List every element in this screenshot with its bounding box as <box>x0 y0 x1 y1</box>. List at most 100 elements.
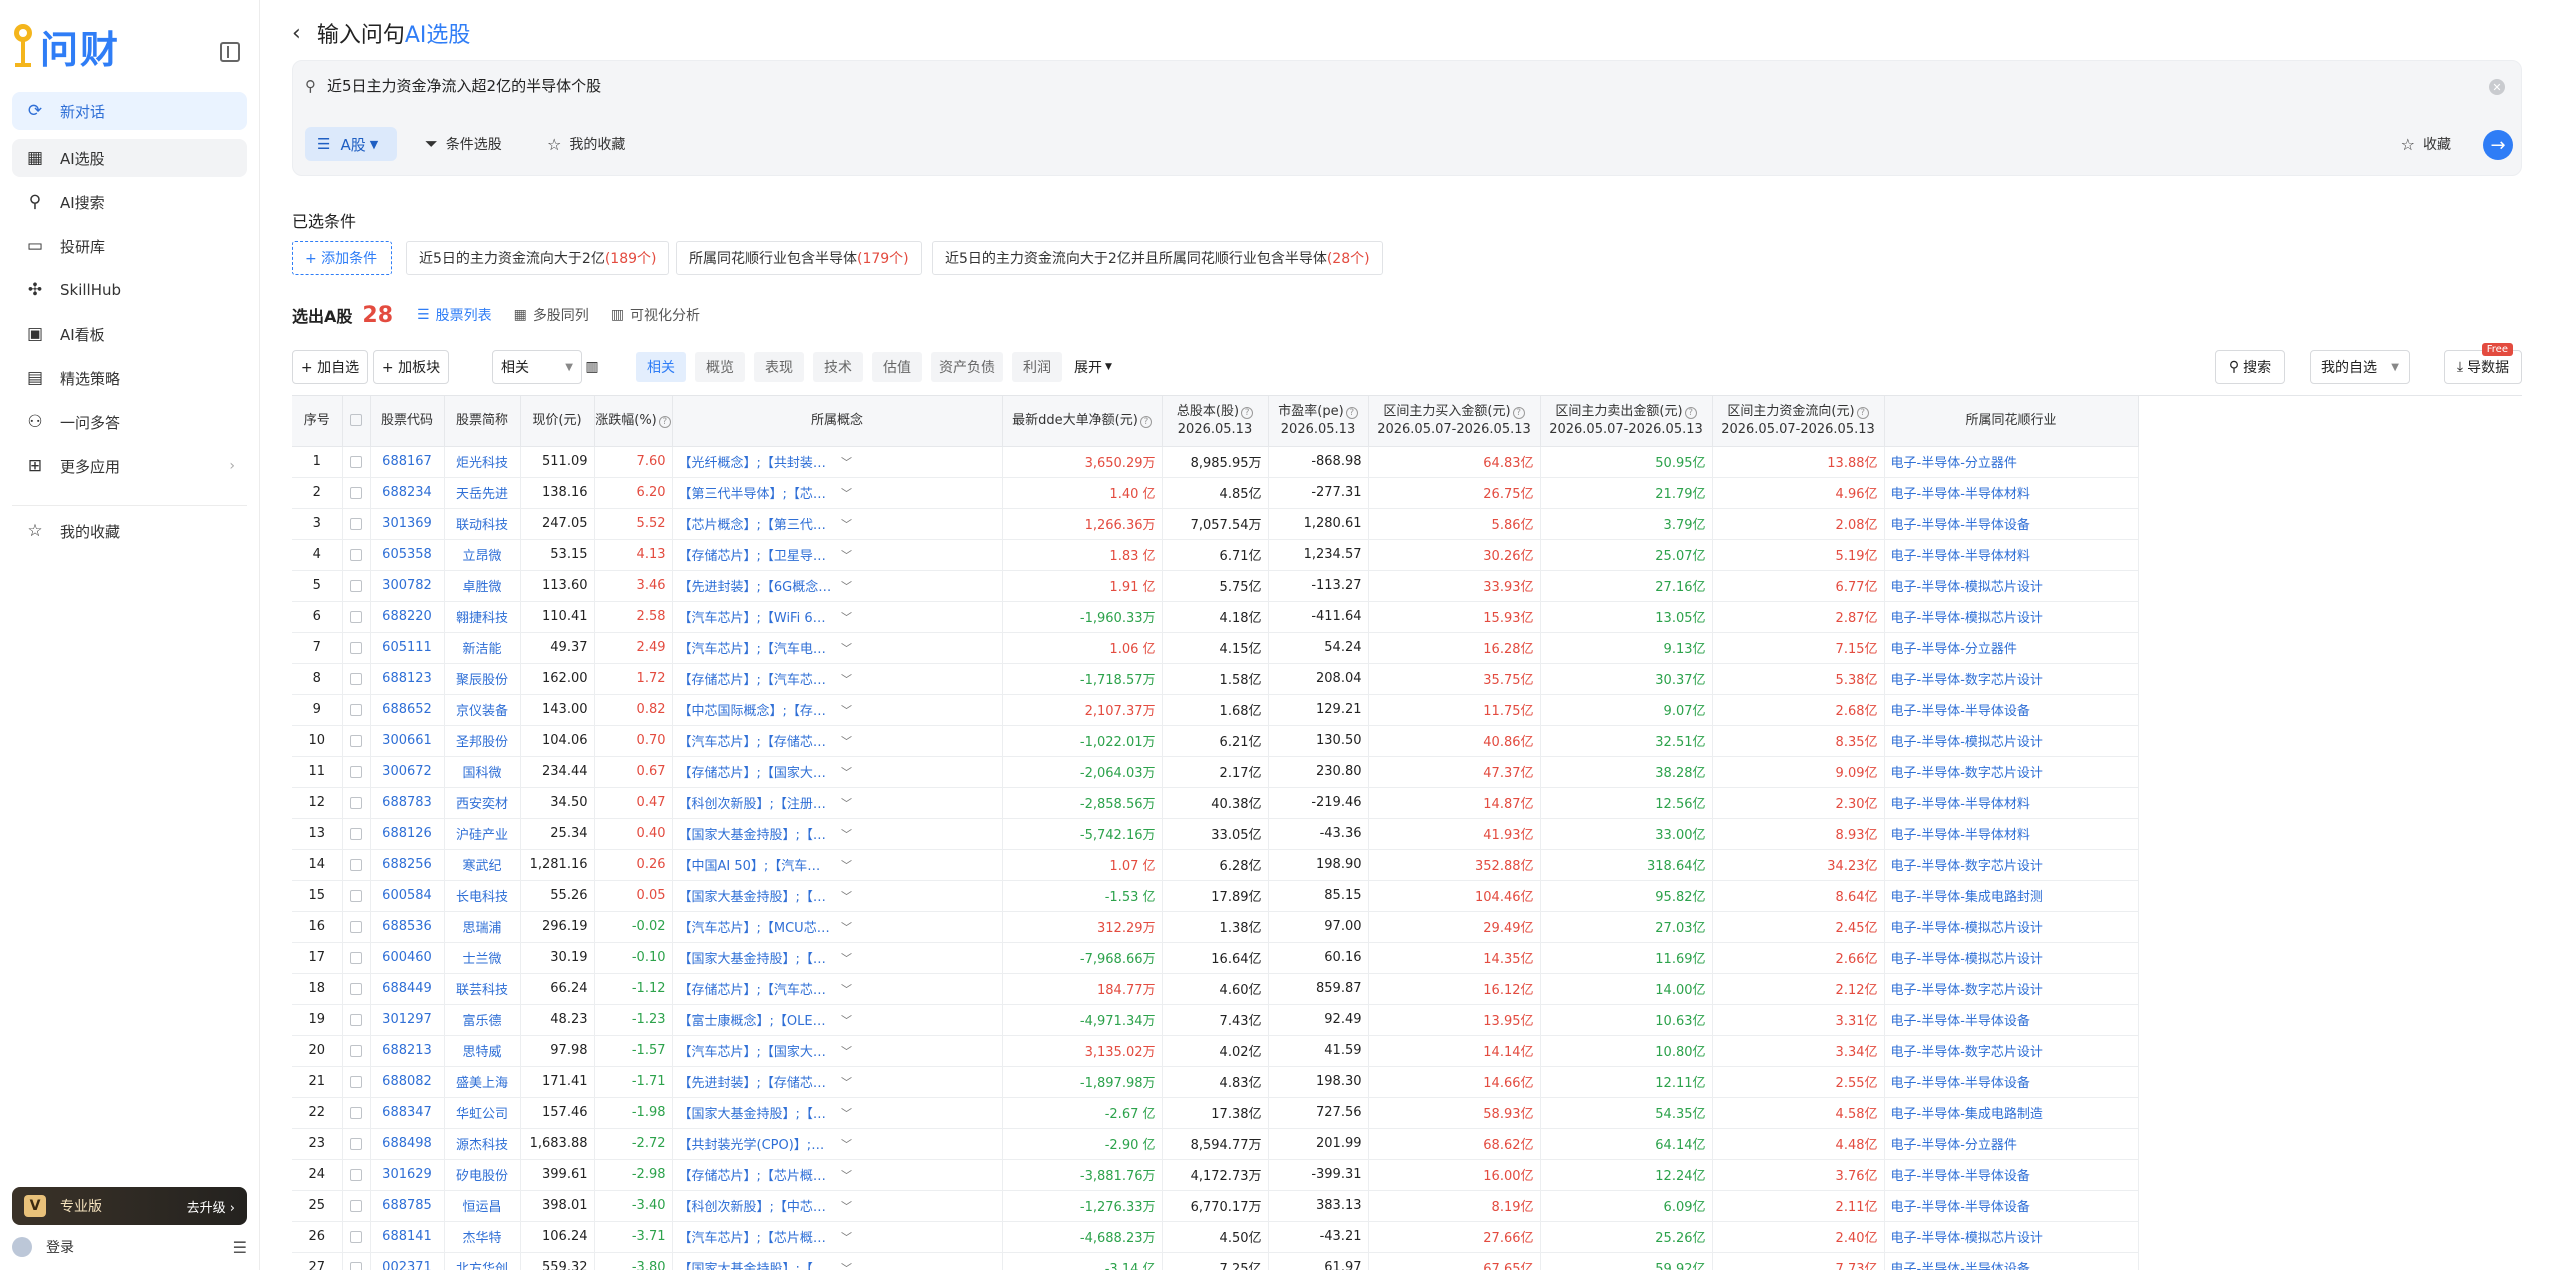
stock-code[interactable]: 688498 <box>370 1128 445 1160</box>
row-checkbox-cell[interactable] <box>342 570 371 602</box>
concept-cell[interactable]: 【汽车芯片】;【存储芯片】;【共封装光学(CP... ﹀ <box>672 725 1003 757</box>
stock-name[interactable]: 国科微 <box>444 756 521 788</box>
sidebar-item-ai-search[interactable]: ⚲ AI搜索 <box>12 183 247 221</box>
industry[interactable]: 电子-半导体-半导体设备 <box>1884 508 2139 540</box>
row-checkbox[interactable] <box>350 517 362 530</box>
row-checkbox[interactable] <box>350 920 362 933</box>
stock-code[interactable]: 688652 <box>370 694 445 726</box>
login-row[interactable]: 登录 ☰ <box>12 1232 247 1262</box>
chevron-down-icon[interactable]: ﹀ <box>841 609 996 625</box>
tab-visual[interactable]: ▥ 可视化分析 <box>611 305 700 325</box>
row-checkbox[interactable] <box>350 982 362 995</box>
stock-name[interactable]: 盛美上海 <box>444 1066 521 1098</box>
chevron-down-icon[interactable]: ﹀ <box>841 1136 996 1152</box>
concept-cell[interactable]: 【存储芯片】;【卫星导航】;【汽车芯片】;【... ﹀ <box>672 539 1003 571</box>
condition-chip[interactable]: 近5日的主力资金流向大于2亿并且所属同花顺行业包含半导体 (28个) <box>932 241 1383 275</box>
stock-name[interactable]: 天岳先进 <box>444 477 521 509</box>
stock-name[interactable]: 寒武纪 <box>444 849 521 881</box>
chevron-down-icon[interactable]: ﹀ <box>841 857 996 873</box>
concept-cell[interactable]: 【汽车芯片】;【WiFi 6】;【星闪概念】;【卫... ﹀ <box>672 601 1003 633</box>
stock-code[interactable]: 301369 <box>370 508 445 540</box>
table-row[interactable]: 9688652京仪装备143.000.82【中芯国际概念】;【存储芯片】;【芯片… <box>292 694 2139 726</box>
stock-code[interactable]: 688449 <box>370 973 445 1005</box>
concept-cell[interactable]: 【汽车芯片】;【国家大基金持股】;【同花顺... ﹀ <box>672 1035 1003 1067</box>
stock-name[interactable]: 长电科技 <box>444 880 521 912</box>
concept-cell[interactable]: 【科创次新股】;【中芯国际概念】;【芯片概... ﹀ <box>672 1190 1003 1222</box>
industry[interactable]: 电子-半导体-半导体设备 <box>1884 1190 2139 1222</box>
help-icon[interactable]: ? <box>1684 406 1697 419</box>
concept-cell[interactable]: 【存储芯片】;【汽车芯片】;【中芯国际概念】... ﹀ <box>672 663 1003 695</box>
chevron-down-icon[interactable]: ﹀ <box>841 1012 996 1028</box>
stock-code[interactable]: 301629 <box>370 1159 445 1191</box>
concept-cell[interactable]: 【国家大基金持股】;【存储芯片】;【先进封... ﹀ <box>672 880 1003 912</box>
industry[interactable]: 电子-半导体-半导体设备 <box>1884 694 2139 726</box>
industry[interactable]: 电子-半导体-半导体设备 <box>1884 1004 2139 1036</box>
industry[interactable]: 电子-半导体-半导体材料 <box>1884 787 2139 819</box>
login-link[interactable]: 登录 <box>46 1237 74 1257</box>
industry[interactable]: 电子-半导体-数字芯片设计 <box>1884 756 2139 788</box>
sort-select[interactable]: 相关 ▼ <box>492 350 582 384</box>
stock-name[interactable]: 西安奕材 <box>444 787 521 819</box>
chevron-down-icon[interactable]: ﹀ <box>841 888 996 904</box>
row-checkbox-cell[interactable] <box>342 1066 371 1098</box>
column-header[interactable]: 所属概念 <box>672 396 1003 447</box>
stock-name[interactable]: 新洁能 <box>444 632 521 664</box>
industry[interactable]: 电子-半导体-集成电路封测 <box>1884 880 2139 912</box>
column-header[interactable]: 市盈率(pe)? 2026.05.13 <box>1268 396 1369 447</box>
table-row[interactable]: 19301297富乐德48.23-1.23【富士康概念】;【OLED】;【光刻机… <box>292 1004 2139 1036</box>
row-checkbox-cell[interactable] <box>342 756 371 788</box>
chevron-down-icon[interactable]: ﹀ <box>841 981 996 997</box>
concept-cell[interactable]: 【国家大基金持股】;【存储芯片】;【芯片概... ﹀ <box>672 1097 1003 1129</box>
chevron-down-icon[interactable]: ﹀ <box>841 1074 996 1090</box>
row-checkbox-cell[interactable] <box>342 1035 371 1067</box>
row-checkbox-cell[interactable] <box>342 942 371 974</box>
table-row[interactable]: 21688082盛美上海171.41-1.71【先进封装】;【存储芯片】;【中芯… <box>292 1066 2139 1098</box>
table-row[interactable]: 15600584长电科技55.260.05【国家大基金持股】;【存储芯片】;【先… <box>292 880 2139 912</box>
row-checkbox[interactable] <box>350 1230 362 1243</box>
add-watch-button[interactable]: + 加自选 <box>292 350 368 384</box>
chevron-down-icon[interactable]: ﹀ <box>841 1198 996 1214</box>
concept-cell[interactable]: 【国家大基金持股】;【汽车芯片】;【MCU芯... ﹀ <box>672 942 1003 974</box>
row-checkbox[interactable] <box>350 796 362 809</box>
sidebar-item-skillhub[interactable]: ✣ SkillHub <box>12 271 247 309</box>
stock-code[interactable]: 688536 <box>370 911 445 943</box>
row-checkbox[interactable] <box>350 672 362 685</box>
column-header[interactable]: 区间主力资金流向(元)? 2026.05.07-2026.05.13 <box>1712 396 1885 447</box>
stock-name[interactable]: 卓胜微 <box>444 570 521 602</box>
row-checkbox-cell[interactable] <box>342 632 371 664</box>
row-checkbox-cell[interactable] <box>342 477 371 509</box>
help-icon[interactable]: ? <box>1512 406 1525 419</box>
table-row[interactable]: 13688126沪硅产业25.340.40【国家大基金持股】;【中芯国际概念】;… <box>292 818 2139 850</box>
chevron-down-icon[interactable]: ﹀ <box>841 1260 996 1270</box>
row-checkbox[interactable] <box>350 765 362 778</box>
concept-cell[interactable]: 【国家大基金持股】;【存储芯片】;【先进封... ﹀ <box>672 1252 1003 1270</box>
stock-name[interactable]: 立昂微 <box>444 539 521 571</box>
chevron-down-icon[interactable]: ﹀ <box>841 764 996 780</box>
condition-chip[interactable]: 所属同花顺行业包含半导体 (179个) <box>676 241 922 275</box>
row-checkbox[interactable] <box>350 1137 362 1150</box>
row-checkbox-cell[interactable] <box>342 973 371 1005</box>
table-row[interactable]: 22688347华虹公司157.46-1.98【国家大基金持股】;【存储芯片】;… <box>292 1097 2139 1129</box>
column-header[interactable]: 涨跌幅(%)? <box>594 396 673 447</box>
column-header[interactable]: 股票代码 <box>370 396 445 447</box>
chevron-down-icon[interactable]: ﹀ <box>841 950 996 966</box>
sidebar-item-research[interactable]: ▭ 投研库 <box>12 227 247 265</box>
industry[interactable]: 电子-半导体-模拟芯片设计 <box>1884 725 2139 757</box>
tab-group-related[interactable]: 相关 <box>636 352 686 382</box>
stock-code[interactable]: 688213 <box>370 1035 445 1067</box>
stock-name[interactable]: 京仪装备 <box>444 694 521 726</box>
my-watch-select[interactable]: 我的自选 ▼ <box>2310 350 2410 384</box>
concept-cell[interactable]: 【光纤概念】;【共封装光学(CPO)】;【光刻机... ﹀ <box>672 446 1003 478</box>
chevron-down-icon[interactable]: ﹀ <box>841 671 996 687</box>
table-row[interactable]: 24301629矽电股份399.61-2.98【存储芯片】;【芯片概念】;【机器… <box>292 1159 2139 1191</box>
concept-cell[interactable]: 【中芯国际概念】;【存储芯片】;【芯片概念】... ﹀ <box>672 694 1003 726</box>
industry[interactable]: 电子-半导体-数字芯片设计 <box>1884 849 2139 881</box>
sidebar-item-multi-answer[interactable]: ⚇ 一问多答 <box>12 403 247 441</box>
tab-group-profit[interactable]: 利润 <box>1012 352 1062 382</box>
industry[interactable]: 电子-半导体-半导体材料 <box>1884 539 2139 571</box>
industry[interactable]: 电子-半导体-数字芯片设计 <box>1884 663 2139 695</box>
chevron-down-icon[interactable]: ﹀ <box>841 826 996 842</box>
table-row[interactable]: 8688123聚辰股份162.001.72【存储芯片】;【汽车芯片】;【中芯国际… <box>292 663 2139 695</box>
chevron-down-icon[interactable]: ﹀ <box>841 919 996 935</box>
industry[interactable]: 电子-半导体-数字芯片设计 <box>1884 1035 2139 1067</box>
